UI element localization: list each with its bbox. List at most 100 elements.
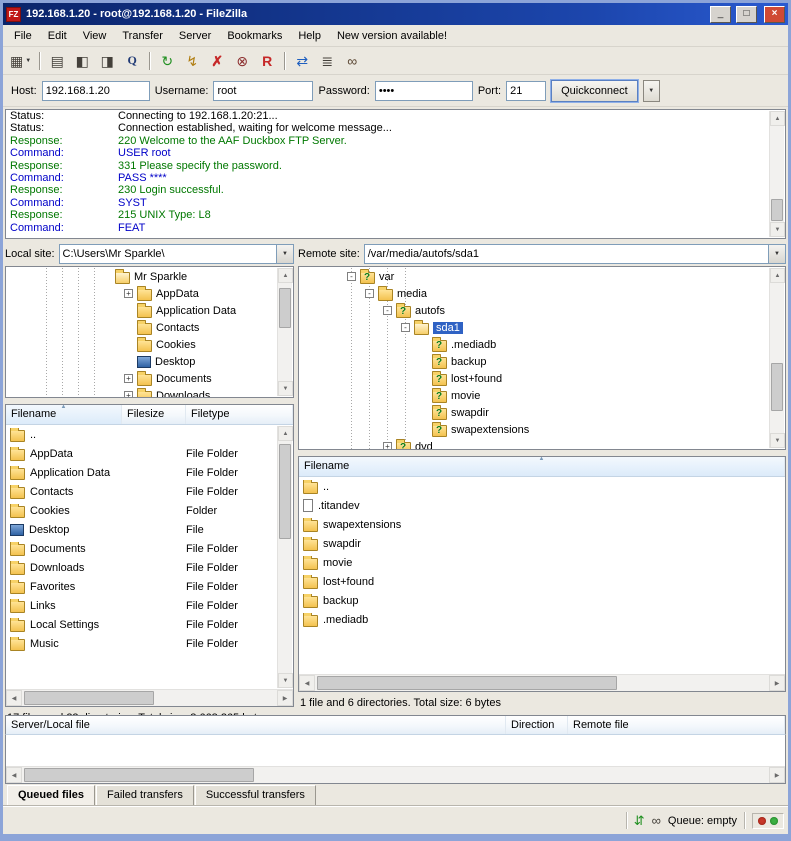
directory-comparison-icon[interactable]: ≣	[315, 49, 339, 72]
tree-item-movie[interactable]: movie	[299, 387, 769, 404]
menu-help[interactable]: Help	[291, 27, 328, 45]
file-row-application-data[interactable]: Application DataFile Folder	[6, 463, 293, 482]
column-header-filename[interactable]: ▲Filename	[6, 405, 122, 424]
scrollbar-thumb[interactable]	[771, 199, 783, 221]
find-files-icon[interactable]: ∞	[340, 49, 364, 72]
message-log-toggle-icon[interactable]: ▤	[45, 49, 69, 72]
file-row-music[interactable]: MusicFile Folder	[6, 634, 293, 653]
file-row-swapdir[interactable]: swapdir	[299, 534, 785, 553]
collapse-icon[interactable]: -	[383, 306, 392, 315]
scroll-down-icon[interactable]: ▼	[278, 381, 293, 396]
menu-server[interactable]: Server	[172, 27, 218, 45]
combo-dropdown-icon[interactable]: ▼	[276, 245, 293, 263]
expand-icon[interactable]: +	[383, 442, 392, 449]
menu-new-version[interactable]: New version available!	[330, 27, 454, 45]
column-header-remote-file[interactable]: Remote file	[568, 716, 785, 734]
tree-item-dvd[interactable]: +dvd	[299, 438, 769, 449]
file-row-documents[interactable]: DocumentsFile Folder	[6, 539, 293, 558]
tree-item-downloads[interactable]: +Downloads	[6, 387, 277, 397]
tree-item-application-data[interactable]: Application Data	[6, 302, 277, 319]
refresh-icon[interactable]: ↻	[155, 49, 179, 72]
tree-item-autofs[interactable]: -autofs	[299, 302, 769, 319]
file-row-swapextensions[interactable]: swapextensions	[299, 515, 785, 534]
column-header-filename[interactable]: ▲Filename	[299, 457, 785, 476]
menu-bookmarks[interactable]: Bookmarks	[220, 27, 289, 45]
menu-view[interactable]: View	[76, 27, 114, 45]
scrollbar-thumb[interactable]	[279, 444, 291, 539]
scrollbar-thumb[interactable]	[24, 691, 154, 705]
column-header-filesize[interactable]: Filesize	[122, 405, 186, 424]
site-manager-icon[interactable]: ▦ ▼	[7, 49, 34, 72]
tab-queued-files[interactable]: Queued files	[7, 785, 95, 806]
scroll-left-icon[interactable]: ◀	[299, 675, 315, 691]
tree-item-documents[interactable]: +Documents	[6, 370, 277, 387]
scrollbar-thumb[interactable]	[279, 288, 291, 328]
file-row-appdata[interactable]: AppDataFile Folder	[6, 444, 293, 463]
local-list-vertical-scrollbar[interactable]: ▲ ▼	[277, 426, 292, 688]
column-header-direction[interactable]: Direction	[506, 716, 568, 734]
tree-item-appdata[interactable]: +AppData	[6, 285, 277, 302]
speed-limit-icon[interactable]: ⇵	[634, 814, 645, 827]
file-row-downloads[interactable]: DownloadsFile Folder	[6, 558, 293, 577]
close-button[interactable]: ×	[764, 6, 785, 23]
password-input[interactable]	[375, 81, 473, 101]
file-row-titandev[interactable]: .titandev	[299, 496, 785, 515]
tab-successful-transfers[interactable]: Successful transfers	[195, 785, 316, 806]
disconnect-icon[interactable]: ⊗	[230, 49, 254, 72]
column-header-server-local-file[interactable]: Server/Local file	[6, 716, 506, 734]
port-input[interactable]	[506, 81, 546, 101]
file-row-local-settings[interactable]: Local SettingsFile Folder	[6, 615, 293, 634]
quickconnect-button[interactable]: Quickconnect	[551, 80, 638, 102]
filter-icon[interactable]: ∞	[652, 814, 661, 827]
file-row-backup[interactable]: backup	[299, 591, 785, 610]
tree-item-contacts[interactable]: Contacts	[6, 319, 277, 336]
log-vertical-scrollbar[interactable]: ▲ ▼	[769, 111, 784, 237]
tree-item-sda1[interactable]: -sda1	[299, 319, 769, 336]
minimize-button[interactable]: _	[710, 6, 731, 23]
queue-horizontal-scrollbar[interactable]: ◀ ▶	[6, 766, 785, 783]
scroll-up-icon[interactable]: ▲	[770, 111, 785, 126]
scroll-right-icon[interactable]: ▶	[769, 767, 785, 783]
tree-item-swapextensions[interactable]: swapextensions	[299, 421, 769, 438]
host-input[interactable]	[42, 81, 150, 101]
tab-failed-transfers[interactable]: Failed transfers	[96, 785, 194, 806]
scroll-down-icon[interactable]: ▼	[770, 433, 785, 448]
collapse-icon[interactable]: -	[401, 323, 410, 332]
tree-item-media[interactable]: -media	[299, 285, 769, 302]
file-row-favorites[interactable]: FavoritesFile Folder	[6, 577, 293, 596]
tree-item-lost-found[interactable]: lost+found	[299, 370, 769, 387]
column-header-filetype[interactable]: Filetype	[186, 405, 293, 424]
scrollbar-thumb[interactable]	[24, 768, 254, 782]
file-row-parent[interactable]: ..	[6, 425, 293, 444]
local-list-horizontal-scrollbar[interactable]: ◀ ▶	[6, 689, 293, 706]
file-row-lost-found[interactable]: lost+found	[299, 572, 785, 591]
scroll-up-icon[interactable]: ▲	[770, 268, 785, 283]
expand-icon[interactable]: +	[124, 374, 133, 383]
scroll-right-icon[interactable]: ▶	[769, 675, 785, 691]
file-row-desktop[interactable]: DesktopFile	[6, 520, 293, 539]
quickconnect-dropdown-icon[interactable]: ▼	[643, 80, 660, 102]
file-row-links[interactable]: LinksFile Folder	[6, 596, 293, 615]
menu-file[interactable]: File	[7, 27, 39, 45]
file-row-movie[interactable]: movie	[299, 553, 785, 572]
reconnect-icon[interactable]: R	[255, 49, 279, 72]
tree-item-var[interactable]: -var	[299, 268, 769, 285]
tree-item-mediadb[interactable]: .mediadb	[299, 336, 769, 353]
file-row-parent[interactable]: ..	[299, 477, 785, 496]
scroll-right-icon[interactable]: ▶	[277, 690, 293, 706]
collapse-icon[interactable]: -	[365, 289, 374, 298]
collapse-icon[interactable]: -	[347, 272, 356, 281]
tree-item-backup[interactable]: backup	[299, 353, 769, 370]
remote-tree-toggle-icon[interactable]: ◨	[95, 49, 119, 72]
scroll-left-icon[interactable]: ◀	[6, 690, 22, 706]
process-queue-icon[interactable]: ↯	[180, 49, 204, 72]
scroll-down-icon[interactable]: ▼	[770, 222, 785, 237]
local-site-combo[interactable]: C:\Users\Mr Sparkle\ ▼	[59, 244, 294, 264]
combo-dropdown-icon[interactable]: ▼	[768, 245, 785, 263]
file-row-contacts[interactable]: ContactsFile Folder	[6, 482, 293, 501]
scroll-down-icon[interactable]: ▼	[278, 673, 293, 688]
local-tree-toggle-icon[interactable]: ◧	[70, 49, 94, 72]
queue-toggle-icon[interactable]: Q	[120, 49, 144, 72]
title-bar[interactable]: FZ 192.168.1.20 - root@192.168.1.20 - Fi…	[3, 3, 788, 25]
menu-transfer[interactable]: Transfer	[115, 27, 170, 45]
